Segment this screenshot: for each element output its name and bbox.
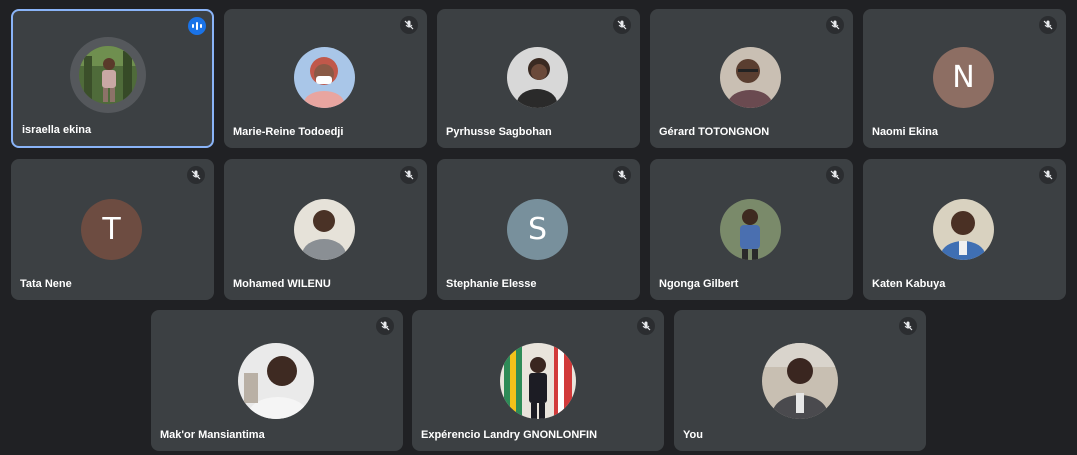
mic-off-icon [637, 317, 655, 335]
mic-off-icon [376, 317, 394, 335]
participant-tile[interactable]: Expérencio Landry GNONLONFIN [412, 310, 664, 451]
mic-off-icon [826, 16, 844, 34]
photo-person-icon [238, 343, 314, 419]
participant-name: israella ekina [22, 124, 92, 136]
participant-tile[interactable]: Mohamed WILENU [224, 159, 427, 300]
participant-tile[interactable]: S Stephanie Elesse [437, 159, 640, 300]
photo-person-icon [933, 199, 994, 260]
mic-off-icon [187, 166, 205, 184]
photo-outdoor-person-icon [79, 46, 137, 104]
participant-tile[interactable]: Pyrhusse Sagbohan [437, 9, 640, 148]
participant-name: Naomi Ekina [872, 126, 939, 138]
participant-name: Stephanie Elesse [446, 278, 537, 290]
participant-tile[interactable]: Marie-Reine Todoedji [224, 9, 427, 148]
participant-name: Mak'or Mansiantima [160, 429, 265, 441]
participant-name: Mohamed WILENU [233, 278, 331, 290]
participant-name: Katen Kabuya [872, 278, 946, 290]
participant-tile[interactable]: israella ekina [11, 9, 214, 148]
avatar-initial: N [952, 60, 975, 95]
initial-avatar: S [507, 199, 568, 260]
participant-tile[interactable]: N Naomi Ekina [863, 9, 1066, 148]
participant-tile[interactable]: Mak'or Mansiantima [151, 310, 403, 451]
mic-off-icon [826, 166, 844, 184]
participant-name: Tata Nene [20, 278, 72, 290]
photo-person-icon [507, 47, 568, 108]
photo-person-flags-icon [500, 343, 576, 419]
photo-person-icon [720, 47, 781, 108]
mic-off-icon [400, 166, 418, 184]
initial-avatar: T [81, 199, 142, 260]
photo-person-icon [720, 199, 781, 260]
participant-tile[interactable]: Gérard TOTONGNON [650, 9, 853, 148]
avatar-initial: S [527, 212, 548, 247]
participant-tile[interactable]: Katen Kabuya [863, 159, 1066, 300]
participant-name: Marie-Reine Todoedji [233, 126, 344, 138]
participant-tile[interactable]: Ngonga Gilbert [650, 159, 853, 300]
participant-tile[interactable]: T Tata Nene [11, 159, 214, 300]
mic-off-icon [1039, 16, 1057, 34]
mic-off-icon [400, 16, 418, 34]
participant-name: Gérard TOTONGNON [659, 126, 770, 138]
participant-name: Ngonga Gilbert [659, 278, 739, 290]
mic-off-icon [1039, 166, 1057, 184]
mic-off-icon [899, 317, 917, 335]
participant-name: Pyrhusse Sagbohan [446, 126, 552, 138]
mic-off-icon [613, 166, 631, 184]
participant-name: You [683, 429, 703, 441]
participant-name: Expérencio Landry GNONLONFIN [421, 429, 598, 441]
photo-person-icon [762, 343, 838, 419]
mic-off-icon [613, 16, 631, 34]
photo-person-icon [294, 199, 355, 260]
speaking-indicator-icon [188, 17, 206, 35]
participant-tile[interactable]: You [674, 310, 926, 451]
avatar-initial: T [102, 212, 121, 247]
photo-masked-person-icon [294, 47, 355, 108]
initial-avatar: N [933, 47, 994, 108]
